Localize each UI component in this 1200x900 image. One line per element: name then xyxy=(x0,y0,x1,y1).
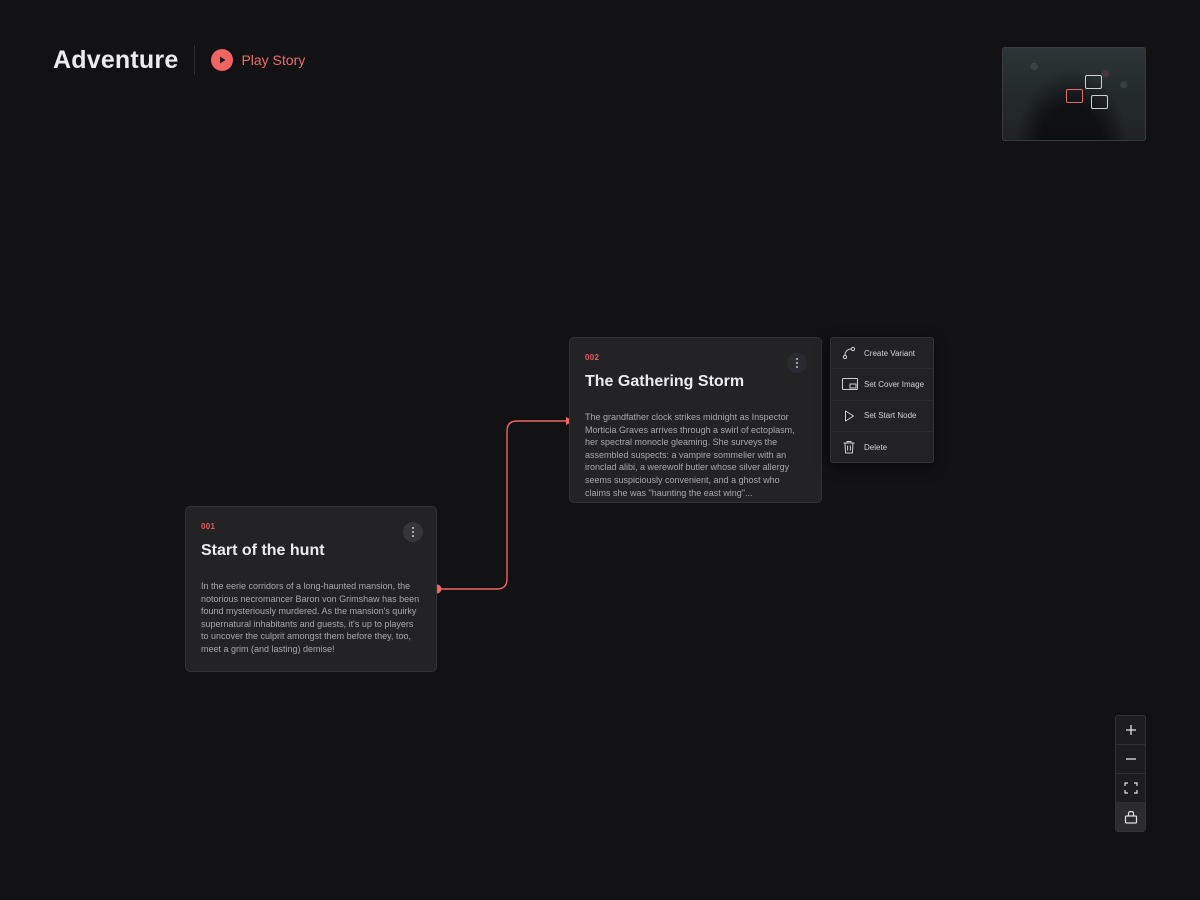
lock-button[interactable] xyxy=(1116,803,1145,831)
menu-item-label: Set Start Node xyxy=(864,411,917,421)
menu-item-label: Delete xyxy=(864,442,888,452)
zoom-in-button[interactable] xyxy=(1116,716,1145,745)
kebab-icon xyxy=(796,358,798,368)
image-icon xyxy=(842,377,858,391)
node-body: In the eerie corridors of a long-haunted… xyxy=(201,581,420,654)
menu-item-label: Set Cover Image xyxy=(864,379,925,389)
kebab-icon xyxy=(412,527,414,537)
zoom-in-icon xyxy=(1125,725,1136,735)
play-outline-icon xyxy=(842,409,856,423)
fit-view-icon xyxy=(1123,782,1138,794)
story-node-002[interactable]: 002 The Gathering Storm The grandfather … xyxy=(569,337,822,503)
trash-icon xyxy=(842,440,856,454)
zoom-controls xyxy=(1115,715,1146,832)
menu-item-delete[interactable]: Delete xyxy=(831,432,933,463)
zoom-out-button[interactable] xyxy=(1116,745,1145,774)
story-canvas[interactable]: Adventure Play Story 001 Start of the hu… xyxy=(0,0,1200,900)
fit-view-button[interactable] xyxy=(1116,774,1145,803)
branch-icon xyxy=(842,346,856,360)
node-body: The grandfather clock strikes midnight a… xyxy=(585,412,795,498)
node-title: Start of the hunt xyxy=(201,542,325,559)
node-number: 002 xyxy=(585,353,600,362)
node-title: The Gathering Storm xyxy=(585,373,745,390)
menu-item-label: Create Variant xyxy=(864,348,915,358)
node-number: 001 xyxy=(201,522,216,531)
node-context-menu: Create Variant Set Cover Image Set Start… xyxy=(830,337,934,463)
menu-item-set-cover-image[interactable]: Set Cover Image xyxy=(831,369,933,401)
zoom-out-icon xyxy=(1125,758,1136,760)
menu-item-set-start-node[interactable]: Set Start Node xyxy=(831,401,933,432)
menu-item-create-variant[interactable]: Create Variant xyxy=(831,338,933,370)
story-node-001[interactable]: 001 Start of the hunt In the eerie corri… xyxy=(185,506,437,672)
node-menu-button[interactable] xyxy=(403,522,423,542)
lock-icon xyxy=(1124,810,1137,824)
node-menu-button[interactable] xyxy=(787,353,807,373)
